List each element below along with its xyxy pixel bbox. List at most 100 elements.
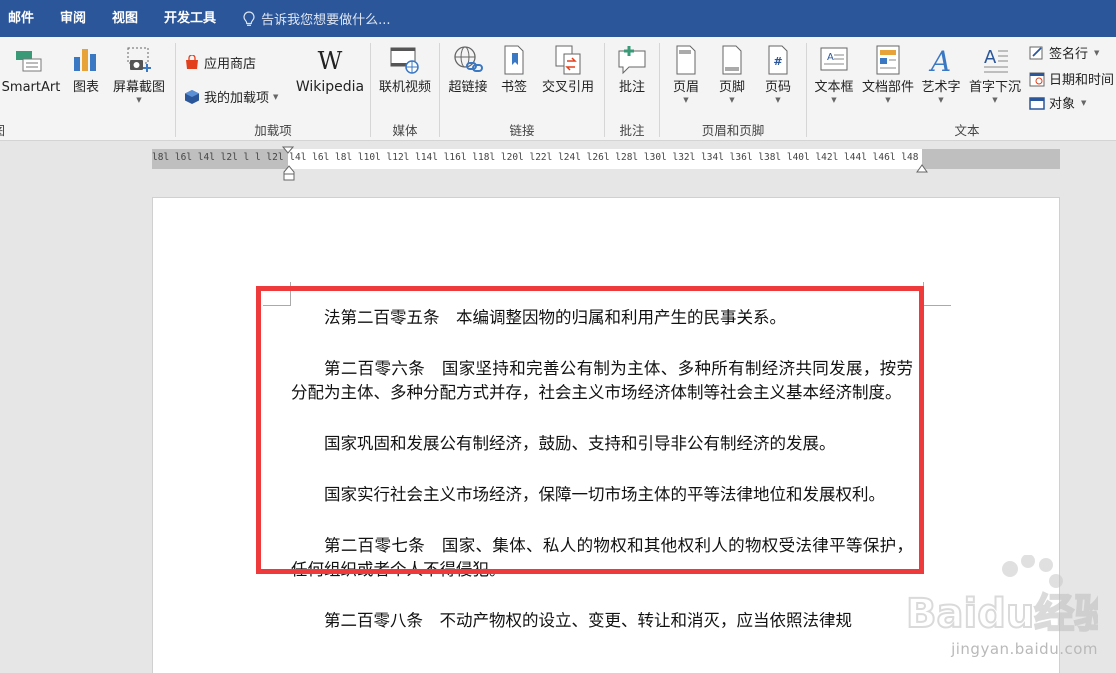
- chart-label: 图表: [72, 80, 99, 95]
- group-label-addins: 加载项: [254, 123, 292, 138]
- group-label-header-footer: 页眉和页脚: [701, 123, 765, 138]
- dropcap-icon: A: [984, 47, 1008, 73]
- chevron-down-icon: ▼: [885, 96, 891, 104]
- svg-text:A: A: [827, 52, 834, 63]
- group-header-footer: 页眉 ▼ 页脚 ▼ # 页码 ▼ 页眉和页脚: [660, 37, 806, 141]
- page-number-label: 页码: [764, 80, 791, 95]
- svg-text:A: A: [928, 45, 951, 77]
- group-addins: 应用商店 我的加载项 ▼ W Wikipedia 加载项: [176, 37, 370, 141]
- textbox-button[interactable]: A 文本框 ▼: [811, 43, 857, 105]
- textbox-label: 文本框: [814, 80, 854, 95]
- bar-chart-icon: [74, 49, 96, 71]
- ribbon: SmartArt 图表 屏幕截图 ▼ 插图 应用商店 我的加载项 ▼ W Wik…: [0, 37, 1116, 141]
- screenshot-label: 屏幕截图: [112, 80, 165, 95]
- svg-text:Baidu经验: Baidu经验: [906, 591, 1098, 637]
- wikipedia-label: Wikipedia: [295, 79, 365, 95]
- group-links: 超链接 书签 交叉引用 链接: [440, 37, 604, 141]
- screenshot-icon: [127, 47, 151, 72]
- tab-mailings[interactable]: 邮件: [0, 0, 47, 37]
- calendar-icon: [1029, 72, 1045, 86]
- store-button[interactable]: 应用商店: [184, 53, 256, 72]
- ribbon-tab-bar: 邮件 审阅 视图 开发工具 告诉我您想要做什么...: [0, 0, 1116, 37]
- textbox-icon: A: [820, 47, 848, 71]
- chevron-down-icon: ▼: [831, 96, 837, 104]
- bookmark-icon: [504, 45, 524, 75]
- wordart-label: 艺术字: [921, 80, 961, 95]
- chevron-down-icon: ▼: [775, 96, 781, 104]
- signature-line-button[interactable]: 签名行 ▼: [1029, 43, 1099, 62]
- group-comments: 批注 批注: [605, 37, 659, 141]
- chevron-down-icon: ▼: [136, 96, 142, 104]
- cross-reference-button[interactable]: 交叉引用: [536, 43, 600, 96]
- date-time-button[interactable]: 日期和时间: [1029, 69, 1114, 88]
- tell-me-text: 告诉我您想要做什么...: [261, 13, 391, 28]
- smartart-label: SmartArt: [1, 80, 61, 95]
- group-text: A 文本框 ▼ 文档部件 ▼ A 艺术字 ▼ A 首字下沉 ▼ 签名行 ▼ 日期…: [807, 37, 1116, 141]
- date-time-label: 日期和时间: [1049, 73, 1115, 88]
- signature-label: 签名行: [1049, 47, 1089, 62]
- wordart-icon: A: [928, 45, 951, 77]
- wikipedia-icon: W: [318, 47, 343, 75]
- quick-parts-button[interactable]: 文档部件 ▼: [859, 43, 917, 105]
- page-number-icon: #: [768, 45, 788, 75]
- footer-button[interactable]: 页脚 ▼: [712, 43, 752, 105]
- cross-reference-label: 交叉引用: [541, 80, 594, 95]
- signature-icon: [1029, 46, 1043, 59]
- my-addins-button[interactable]: 我的加载项 ▼: [184, 87, 278, 106]
- group-label-media: 媒体: [392, 123, 418, 138]
- chevron-down-icon: ▼: [938, 96, 944, 104]
- footer-icon: [722, 45, 742, 75]
- group-label-links: 链接: [509, 123, 535, 138]
- crop-mark-top-right: [923, 282, 951, 306]
- right-indent-marker[interactable]: [916, 163, 928, 173]
- chart-button[interactable]: 图表: [68, 43, 104, 96]
- bookmark-label: 书签: [500, 80, 527, 95]
- lightbulb-icon: [243, 10, 255, 26]
- new-comment-button[interactable]: 批注: [611, 43, 653, 96]
- wordart-button[interactable]: A 艺术字 ▼: [919, 43, 963, 105]
- chevron-down-icon: ▼: [992, 96, 998, 104]
- tab-developer[interactable]: 开发工具: [151, 0, 229, 37]
- tab-review[interactable]: 审阅: [47, 0, 99, 37]
- my-addins-label: 我的加载项: [204, 91, 270, 106]
- header-icon: [676, 45, 696, 75]
- chevron-down-icon: ▼: [683, 96, 689, 104]
- horizontal-ruler[interactable]: l8l l6l l4l l2l l l l2l l4l l6l l8l l10l…: [152, 146, 1060, 181]
- svg-text:W: W: [318, 47, 343, 75]
- hyperlink-button[interactable]: 超链接: [444, 43, 492, 96]
- comment-icon: [618, 46, 646, 75]
- object-button[interactable]: 对象 ▼: [1029, 93, 1086, 112]
- quick-parts-label: 文档部件: [861, 80, 914, 95]
- header-label: 页眉: [672, 80, 699, 95]
- page-number-button[interactable]: # 页码 ▼: [758, 43, 798, 105]
- watermark-url: jingyan.baidu.com: [951, 640, 1098, 658]
- first-line-indent-marker[interactable]: [282, 146, 294, 154]
- dropcap-button[interactable]: A 首字下沉 ▼: [965, 43, 1025, 105]
- bookmark-button[interactable]: 书签: [496, 43, 532, 96]
- hyperlink-label: 超链接: [448, 80, 488, 95]
- cross-reference-icon: [555, 45, 581, 75]
- comment-label: 批注: [618, 80, 645, 95]
- group-illustrations: SmartArt 图表 屏幕截图 ▼ 插图: [0, 37, 176, 141]
- hyperlink-icon: [454, 46, 483, 72]
- addins-icon: [185, 89, 199, 104]
- chevron-down-icon: ▼: [729, 96, 735, 104]
- ruler-area: l8l l6l l4l l2l l l l2l l4l l6l l8l l10l…: [0, 141, 1116, 197]
- header-button[interactable]: 页眉 ▼: [666, 43, 706, 105]
- tab-view[interactable]: 视图: [99, 0, 151, 37]
- paragraph[interactable]: 第二百零八条 不动产物权的设立、变更、转让和消灭，应当依照法律规: [291, 609, 913, 633]
- smartart-icon: [16, 51, 42, 72]
- group-label-illustrations: 插图: [0, 120, 176, 139]
- selection-highlight-box: [256, 286, 924, 574]
- object-icon: [1029, 96, 1045, 110]
- online-video-label: 联机视频: [378, 80, 431, 95]
- wikipedia-button[interactable]: W Wikipedia: [294, 43, 366, 96]
- screenshot-button[interactable]: 屏幕截图 ▼: [108, 43, 170, 105]
- smartart-button[interactable]: SmartArt: [0, 43, 62, 96]
- group-media: 联机视频 媒体: [371, 37, 439, 141]
- footer-label: 页脚: [718, 80, 745, 95]
- online-video-button[interactable]: 联机视频: [375, 43, 435, 96]
- hanging-indent-marker[interactable]: [283, 165, 295, 181]
- tell-me-box[interactable]: 告诉我您想要做什么...: [243, 9, 390, 28]
- chevron-down-icon: ▼: [1094, 48, 1100, 57]
